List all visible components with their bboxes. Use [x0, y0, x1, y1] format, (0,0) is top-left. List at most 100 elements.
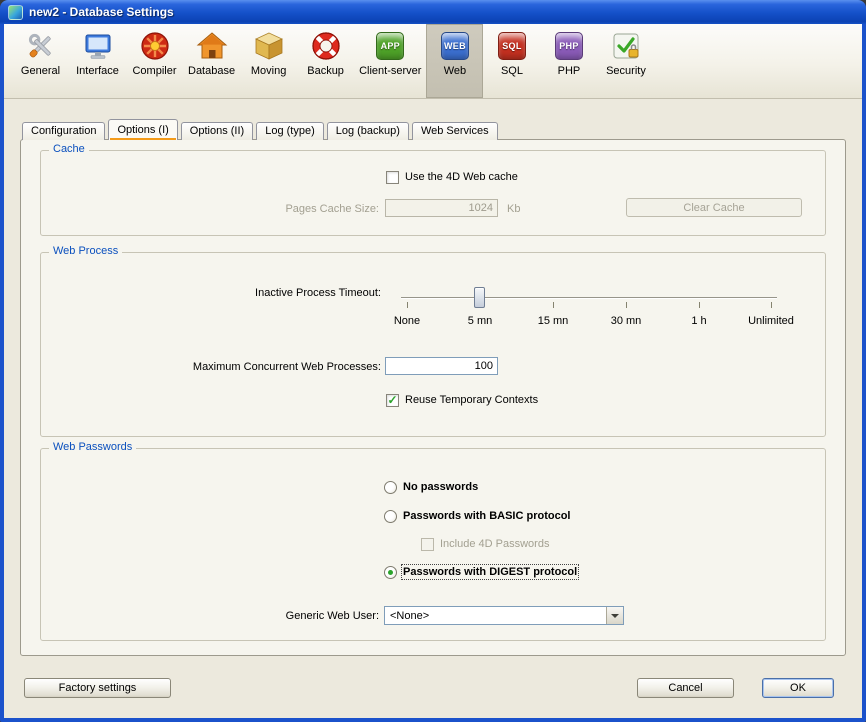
digest-protocol-radio[interactable]: Passwords with DIGEST protocol	[384, 565, 577, 579]
toolbar-label: Web	[444, 65, 466, 77]
tools-icon	[24, 29, 58, 63]
tab-configuration[interactable]: Configuration	[22, 122, 105, 140]
tick-label-none: None	[394, 315, 420, 327]
toolbar-label: Database	[188, 65, 235, 77]
radio-dot-icon	[384, 566, 397, 579]
settings-toolbar: General Interface	[4, 24, 862, 99]
toolbar-item-interface[interactable]: Interface	[69, 24, 126, 98]
inactive-timeout-slider[interactable]: None 5 mn 15 mn 30 mn 1 h Unlimited	[397, 281, 781, 333]
web-passwords-group: Web Passwords No passwords Passwords wit…	[40, 448, 826, 641]
tab-options-2[interactable]: Options (II)	[181, 122, 253, 140]
dropdown-button[interactable]	[606, 607, 623, 624]
package-icon	[252, 29, 286, 63]
web-cube-icon: WEB	[438, 29, 472, 63]
web-passwords-group-label: Web Passwords	[49, 441, 136, 453]
max-processes-input[interactable]	[385, 357, 498, 375]
database-settings-window: new2 - Database Settings	[0, 0, 866, 722]
digest-protocol-label: Passwords with DIGEST protocol	[403, 566, 577, 578]
toolbar-label: Interface	[76, 65, 119, 77]
slider-tick	[407, 302, 408, 308]
toolbar-label: SQL	[501, 65, 523, 77]
titlebar[interactable]: new2 - Database Settings	[0, 0, 866, 24]
checkbox-box-icon	[386, 171, 399, 184]
factory-settings-button[interactable]: Factory settings	[24, 678, 171, 698]
options-panel: Cache Use the 4D Web cache Pages Cache S…	[20, 139, 846, 656]
toolbar-label: Security	[606, 65, 646, 77]
cache-size-unit-label: Kb	[507, 203, 520, 215]
toolbar-label: Compiler	[132, 65, 176, 77]
generic-web-user-value: <None>	[385, 610, 606, 622]
toolbar-item-php[interactable]: PHP PHP	[540, 24, 597, 98]
reuse-contexts-checkbox[interactable]: Reuse Temporary Contexts	[386, 393, 538, 407]
tick-label-5mn: 5 mn	[468, 315, 492, 327]
app-icon	[8, 5, 23, 20]
toolbar-item-general[interactable]: General	[12, 24, 69, 98]
toolbar-item-database[interactable]: Database	[183, 24, 240, 98]
include-4d-passwords-checkbox[interactable]: Include 4D Passwords	[421, 537, 549, 551]
ok-button[interactable]: OK	[762, 678, 834, 698]
tick-label-unlimited: Unlimited	[748, 315, 794, 327]
toolbar-item-backup[interactable]: Backup	[297, 24, 354, 98]
toolbar-item-web[interactable]: WEB Web	[426, 24, 483, 98]
sql-cube-text: SQL	[498, 32, 526, 60]
basic-protocol-radio[interactable]: Passwords with BASIC protocol	[384, 509, 570, 523]
slider-tick	[699, 302, 700, 308]
toolbar-item-client-server[interactable]: APP Client-server	[354, 24, 426, 98]
toolbar-label: PHP	[558, 65, 581, 77]
tab-strip: Configuration Options (I) Options (II) L…	[22, 119, 501, 140]
generic-web-user-select[interactable]: <None>	[384, 606, 624, 625]
php-cube-text: PHP	[555, 32, 583, 60]
slider-tick	[626, 302, 627, 308]
toolbar-label: General	[21, 65, 60, 77]
chevron-down-icon	[611, 614, 619, 618]
toolbar-label: Backup	[307, 65, 344, 77]
slider-tick	[553, 302, 554, 308]
cancel-button[interactable]: Cancel	[637, 678, 734, 698]
monitor-icon	[81, 29, 115, 63]
basic-protocol-label: Passwords with BASIC protocol	[403, 510, 570, 522]
pages-cache-size-input[interactable]	[385, 199, 498, 217]
toolbar-label: Client-server	[359, 65, 421, 77]
radio-dot-icon	[384, 481, 397, 494]
inactive-timeout-label: Inactive Process Timeout:	[41, 287, 381, 299]
pages-cache-size-label: Pages Cache Size:	[41, 203, 379, 215]
toolbar-item-security[interactable]: Security	[597, 24, 654, 98]
use-web-cache-checkbox[interactable]: Use the 4D Web cache	[386, 170, 518, 184]
include-4d-passwords-label: Include 4D Passwords	[440, 538, 549, 550]
tab-web-services[interactable]: Web Services	[412, 122, 498, 140]
clear-cache-button[interactable]: Clear Cache	[626, 198, 802, 217]
toolbar-label: Moving	[251, 65, 286, 77]
web-process-group: Web Process Inactive Process Timeout: No…	[40, 252, 826, 437]
tick-label-30mn: 30 mn	[611, 315, 642, 327]
tick-label-15mn: 15 mn	[538, 315, 569, 327]
checkbox-box-icon	[421, 538, 434, 551]
cache-group: Cache Use the 4D Web cache Pages Cache S…	[40, 150, 826, 236]
tab-options-1[interactable]: Options (I)	[108, 119, 177, 140]
security-check-icon	[609, 29, 643, 63]
app-cube-icon: APP	[373, 29, 407, 63]
no-passwords-radio[interactable]: No passwords	[384, 480, 478, 494]
app-cube-text: APP	[376, 32, 404, 60]
cache-group-label: Cache	[49, 143, 89, 155]
toolbar-item-sql[interactable]: SQL SQL	[483, 24, 540, 98]
window-title: new2 - Database Settings	[29, 5, 174, 19]
home-icon	[195, 29, 229, 63]
tab-log-backup[interactable]: Log (backup)	[327, 122, 409, 140]
sql-cube-icon: SQL	[495, 29, 529, 63]
slider-track[interactable]	[401, 297, 777, 299]
slider-tick	[771, 302, 772, 308]
toolbar-item-compiler[interactable]: Compiler	[126, 24, 183, 98]
tab-log-type[interactable]: Log (type)	[256, 122, 324, 140]
web-cube-text: WEB	[441, 32, 469, 60]
radio-dot-icon	[384, 510, 397, 523]
max-processes-label: Maximum Concurrent Web Processes:	[41, 361, 381, 373]
reuse-contexts-label: Reuse Temporary Contexts	[405, 394, 538, 406]
checkbox-box-icon	[386, 394, 399, 407]
use-web-cache-label: Use the 4D Web cache	[405, 171, 518, 183]
lifebuoy-icon	[309, 29, 343, 63]
toolbar-item-moving[interactable]: Moving	[240, 24, 297, 98]
slider-thumb[interactable]	[474, 287, 485, 308]
tick-label-1h: 1 h	[691, 315, 706, 327]
compiler-wheel-icon	[138, 29, 172, 63]
php-cube-icon: PHP	[552, 29, 586, 63]
